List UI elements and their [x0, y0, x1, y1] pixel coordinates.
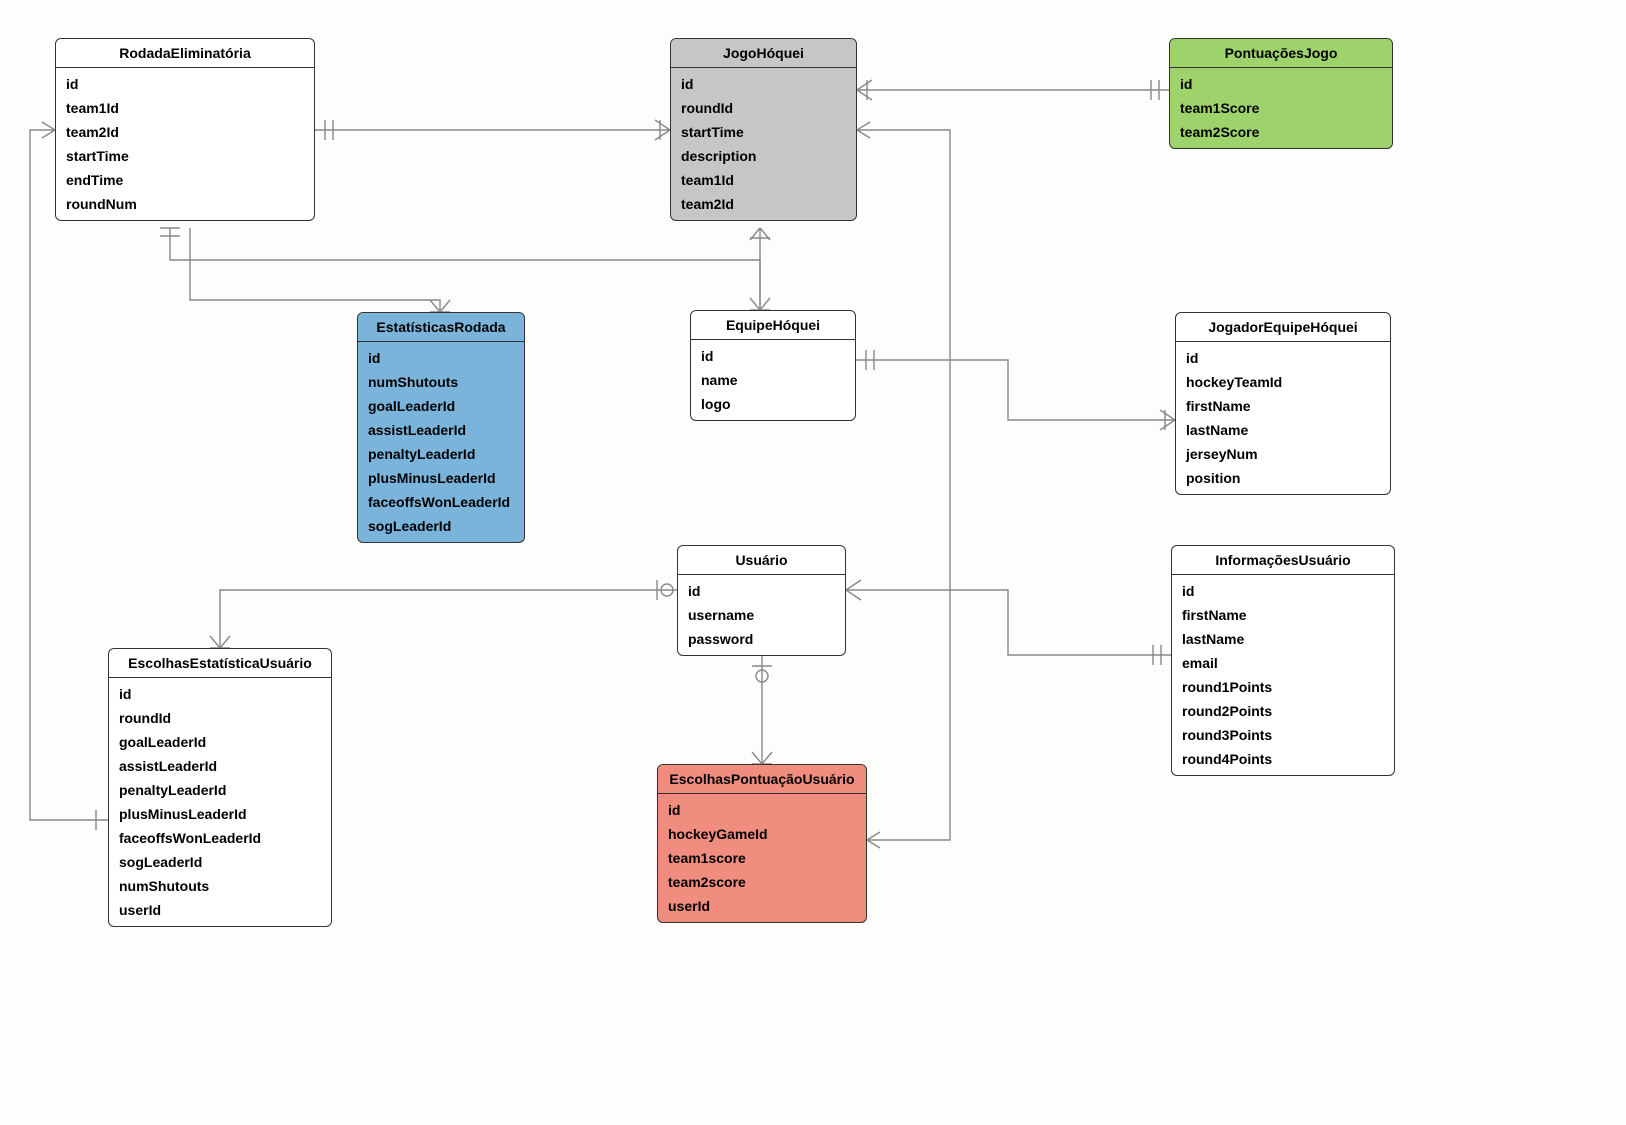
entity-jogo: JogoHóquei id roundId startTime descript…: [670, 38, 857, 221]
attr: startTime: [671, 120, 856, 144]
attr: id: [671, 72, 856, 96]
attr: round3Points: [1172, 723, 1394, 747]
entity-info-usuario: InformaçõesUsuário id firstName lastName…: [1171, 545, 1395, 776]
entity-title: JogoHóquei: [671, 39, 856, 68]
entity-title: Usuário: [678, 546, 845, 575]
attr: faceoffsWonLeaderId: [358, 490, 524, 514]
attr: password: [678, 627, 845, 651]
attr: logo: [691, 392, 855, 416]
attr: goalLeaderId: [358, 394, 524, 418]
attr: userId: [109, 898, 331, 922]
entity-attrs: id roundId goalLeaderId assistLeaderId p…: [109, 678, 331, 926]
attr: position: [1176, 466, 1390, 490]
attr: plusMinusLeaderId: [358, 466, 524, 490]
entity-title: EscolhasEstatísticaUsuário: [109, 649, 331, 678]
entity-estatisticas: EstatísticasRodada id numShutouts goalLe…: [357, 312, 525, 543]
entity-title: EscolhasPontuaçãoUsuário: [658, 765, 866, 794]
attr: round2Points: [1172, 699, 1394, 723]
attr: goalLeaderId: [109, 730, 331, 754]
attr: userId: [658, 894, 866, 918]
attr: hockeyTeamId: [1176, 370, 1390, 394]
attr: id: [56, 72, 314, 96]
attr: penaltyLeaderId: [109, 778, 331, 802]
entity-rodada: RodadaEliminatória id team1Id team2Id st…: [55, 38, 315, 221]
attr: id: [658, 798, 866, 822]
entity-attrs: id name logo: [691, 340, 855, 420]
entity-attrs: id team1Id team2Id startTime endTime rou…: [56, 68, 314, 220]
attr: numShutouts: [358, 370, 524, 394]
attr: username: [678, 603, 845, 627]
attr: jerseyNum: [1176, 442, 1390, 466]
entity-escolhas-pont: EscolhasPontuaçãoUsuário id hockeyGameId…: [657, 764, 867, 923]
entity-attrs: id numShutouts goalLeaderId assistLeader…: [358, 342, 524, 542]
attr: description: [671, 144, 856, 168]
entity-jogador: JogadorEquipeHóquei id hockeyTeamId firs…: [1175, 312, 1391, 495]
attr: round4Points: [1172, 747, 1394, 771]
attr: id: [691, 344, 855, 368]
entity-attrs: id team1Score team2Score: [1170, 68, 1392, 148]
attr: team2Score: [1170, 120, 1392, 144]
attr: team1Id: [56, 96, 314, 120]
entity-title: EstatísticasRodada: [358, 313, 524, 342]
attr: team2Id: [671, 192, 856, 216]
attr: lastName: [1172, 627, 1394, 651]
attr: id: [358, 346, 524, 370]
entity-title: JogadorEquipeHóquei: [1176, 313, 1390, 342]
attr: firstName: [1176, 394, 1390, 418]
attr: team1Id: [671, 168, 856, 192]
attr: email: [1172, 651, 1394, 675]
entity-title: InformaçõesUsuário: [1172, 546, 1394, 575]
attr: assistLeaderId: [109, 754, 331, 778]
entity-title: PontuaçõesJogo: [1170, 39, 1392, 68]
entity-title: EquipeHóquei: [691, 311, 855, 340]
attr: id: [1172, 579, 1394, 603]
attr: roundId: [671, 96, 856, 120]
attr: plusMinusLeaderId: [109, 802, 331, 826]
entity-escolhas-est: EscolhasEstatísticaUsuário id roundId go…: [108, 648, 332, 927]
attr: roundId: [109, 706, 331, 730]
attr: penaltyLeaderId: [358, 442, 524, 466]
entity-attrs: id hockeyGameId team1score team2score us…: [658, 794, 866, 922]
attr: team2Id: [56, 120, 314, 144]
entity-usuario: Usuário id username password: [677, 545, 846, 656]
attr: roundNum: [56, 192, 314, 216]
attr: lastName: [1176, 418, 1390, 442]
attr: team2score: [658, 870, 866, 894]
entity-attrs: id username password: [678, 575, 845, 655]
attr: id: [1170, 72, 1392, 96]
entity-equipe: EquipeHóquei id name logo: [690, 310, 856, 421]
attr: numShutouts: [109, 874, 331, 898]
attr: name: [691, 368, 855, 392]
entity-attrs: id roundId startTime description team1Id…: [671, 68, 856, 220]
attr: round1Points: [1172, 675, 1394, 699]
attr: assistLeaderId: [358, 418, 524, 442]
attr: id: [109, 682, 331, 706]
attr: sogLeaderId: [358, 514, 524, 538]
attr: team1Score: [1170, 96, 1392, 120]
entity-attrs: id hockeyTeamId firstName lastName jerse…: [1176, 342, 1390, 494]
attr: firstName: [1172, 603, 1394, 627]
attr: startTime: [56, 144, 314, 168]
entity-attrs: id firstName lastName email round1Points…: [1172, 575, 1394, 775]
attr: id: [1176, 346, 1390, 370]
attr: endTime: [56, 168, 314, 192]
attr: sogLeaderId: [109, 850, 331, 874]
attr: team1score: [658, 846, 866, 870]
entity-title: RodadaEliminatória: [56, 39, 314, 68]
entity-pontuacoes: PontuaçõesJogo id team1Score team2Score: [1169, 38, 1393, 149]
attr: hockeyGameId: [658, 822, 866, 846]
attr: faceoffsWonLeaderId: [109, 826, 331, 850]
attr: id: [678, 579, 845, 603]
